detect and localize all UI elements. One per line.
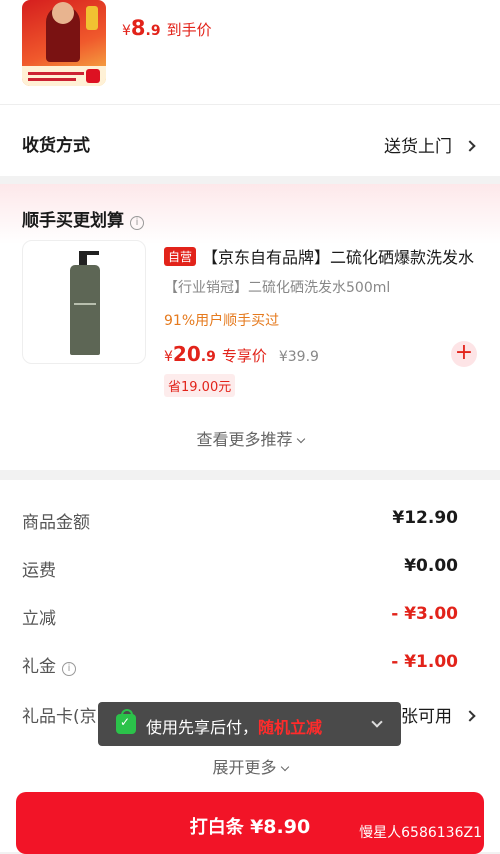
bottle-label <box>74 303 96 305</box>
summary-label: 运费 <box>22 561 56 581</box>
toast-highlight: 随机立减 <box>258 718 323 737</box>
toast-message: 使用先享后付， <box>146 718 259 737</box>
price-label: 专享价 <box>221 347 267 365</box>
recommendation-section: 顺手买更划算 i 自营 【京东自有品牌】二硫化硒爆款洗发水 【行业销冠】二硫化硒洗发… <box>0 184 500 470</box>
recommended-product-subtitle: 【行业销冠】二硫化硒洗发水500ml <box>164 280 391 296</box>
double-chevron-down-icon[interactable] <box>371 716 383 728</box>
recommended-product-title-text: 【京东自有品牌】二硫化硒爆款洗发水 <box>202 248 475 267</box>
price-label: 到手价 <box>166 21 212 39</box>
chevron-down-icon <box>280 762 289 772</box>
bottle-nozzle <box>85 251 99 255</box>
pay-later-toast[interactable]: 使用先享后付，随机立减 <box>98 702 401 746</box>
summary-label-text: 礼金 <box>22 657 56 677</box>
summary-row-shipping: 运费 ¥0.00 <box>22 556 458 581</box>
toast-text: 使用先享后付，随机立减 <box>146 714 322 738</box>
chevron-right-icon <box>464 140 476 152</box>
pay-with-baitiao-button[interactable]: 打白条 ¥8.90 慢星人6586136Z1 <box>16 792 484 854</box>
summary-value: ¥12.90 <box>392 508 458 528</box>
price-integer: 8 <box>130 16 146 40</box>
purchase-rate-text: 91%用户顺手买过 <box>164 313 280 329</box>
recommendation-heading-text: 顺手买更划算 <box>22 211 124 231</box>
summary-row-gift-money: 礼金 i - ¥1.00 <box>22 652 458 677</box>
recommended-product-price: ¥20.9 专享价 ¥39.9 <box>164 342 319 366</box>
recommended-product-thumbnail[interactable] <box>22 240 146 364</box>
summary-label: 立减 <box>22 609 56 629</box>
summary-value: 张可用 <box>401 702 476 727</box>
bottom-pay-bar: 打白条 ¥8.90 慢星人6586136Z1 <box>0 790 500 854</box>
summary-label: 商品金额 <box>22 513 90 533</box>
shopping-bag-icon <box>116 709 136 734</box>
pay-button-text: 打白条 <box>189 817 244 838</box>
summary-row-discount: 立减 - ¥3.00 <box>22 604 458 629</box>
recommended-product-title[interactable]: 自营 【京东自有品牌】二硫化硒爆款洗发水 <box>164 244 482 268</box>
gift-card-available-text: 张可用 <box>401 707 452 727</box>
price-currency: ¥ <box>122 23 131 39</box>
price-decimal: .9 <box>200 349 216 365</box>
expand-more-label: 展开更多 <box>212 758 277 777</box>
self-operated-badge: 自营 <box>164 247 197 266</box>
add-to-order-button[interactable]: + <box>451 341 477 367</box>
summary-value: - ¥3.00 <box>391 604 458 624</box>
summary-value: ¥0.00 <box>404 556 458 576</box>
summary-label: 礼金 i <box>22 657 76 677</box>
original-price: ¥39.9 <box>278 349 319 365</box>
summary-value: - ¥1.00 <box>391 652 458 672</box>
price-decimal: .9 <box>145 23 161 39</box>
user-watermark: 慢星人6586136Z1 <box>359 825 482 841</box>
view-more-recommendations[interactable]: 查看更多推荐 <box>0 426 500 450</box>
product-thumbnail[interactable] <box>22 0 106 86</box>
summary-row-goods-amount: 商品金额 ¥12.90 <box>22 508 458 533</box>
info-icon[interactable]: i <box>62 662 76 676</box>
pay-button-amount: ¥8.90 <box>250 816 311 838</box>
product-image-bottle <box>86 6 98 30</box>
final-price: ¥8.9 到手价 <box>122 16 212 40</box>
product-image-head <box>52 2 74 24</box>
view-more-label: 查看更多推荐 <box>196 430 293 449</box>
delivery-method-row[interactable]: 收货方式 送货上门 <box>0 104 500 176</box>
delivery-value-text: 送货上门 <box>384 137 452 157</box>
expand-more[interactable]: 展开更多 <box>0 754 500 778</box>
summary-label: 礼品卡(京 <box>22 707 97 727</box>
top-product-card: ¥8.9 到手价 <box>0 0 500 104</box>
info-icon[interactable]: i <box>130 216 144 230</box>
chevron-down-icon <box>296 434 305 444</box>
chevron-right-icon <box>464 710 476 722</box>
delivery-value[interactable]: 送货上门 <box>384 132 476 157</box>
bottle-body <box>70 265 100 355</box>
product-image-banner <box>22 66 106 86</box>
recommendation-heading: 顺手买更划算 i <box>22 206 144 231</box>
price-integer: 20 <box>172 342 201 366</box>
delivery-title: 收货方式 <box>22 136 90 156</box>
price-currency: ¥ <box>164 349 173 365</box>
savings-badge: 省19.00元 <box>164 374 236 397</box>
